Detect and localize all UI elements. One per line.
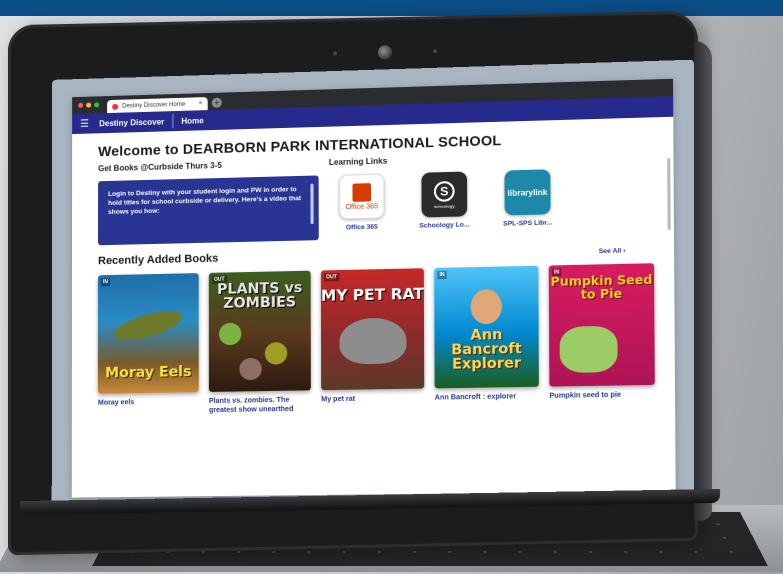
availability-badge: OUT bbox=[323, 273, 339, 282]
window-controls bbox=[78, 96, 100, 114]
book-cover[interactable]: IN Ann Bancroft Explorer bbox=[434, 265, 539, 389]
availability-badge: IN bbox=[437, 270, 447, 280]
schoology-logo: S bbox=[433, 180, 455, 202]
webcam-icon bbox=[378, 45, 392, 60]
recent-books-list: IN Moray Eels Moray eels OUT PLANTS vs Z… bbox=[98, 263, 655, 417]
sensor-dot bbox=[433, 49, 437, 54]
home-link[interactable]: Home bbox=[181, 116, 203, 126]
cover-illustration bbox=[559, 325, 618, 374]
close-window-dot[interactable] bbox=[78, 102, 84, 108]
laptop-screen: Destiny Discover Home × + ☰ Destiny Disc… bbox=[51, 59, 698, 505]
book-card[interactable]: OUT PLANTS vs ZOMBIES Plants vs. zombies… bbox=[208, 270, 311, 415]
learning-link-schoology[interactable]: S schoology Schoology Lo... bbox=[411, 171, 478, 230]
book-cover[interactable]: OUT MY PET RAT bbox=[320, 268, 425, 391]
cover-title-text: Ann Bancroft Explorer bbox=[451, 326, 522, 373]
cover-illustration bbox=[339, 317, 407, 365]
cover-title-text: Pumpkin Seed to Pie bbox=[550, 272, 653, 302]
header-divider bbox=[172, 114, 174, 129]
book-title[interactable]: Pumpkin seed to pie bbox=[549, 390, 655, 401]
book-cover[interactable]: IN Moray Eels bbox=[97, 273, 199, 394]
book-cover[interactable]: OUT PLANTS vs ZOMBIES bbox=[208, 270, 311, 392]
office-tile-text: Office 365 bbox=[345, 202, 379, 211]
cover-illustration bbox=[264, 342, 288, 365]
library-link-icon: librarylink bbox=[504, 169, 551, 216]
cover-title-text: Moray Eels bbox=[105, 363, 192, 382]
cover-illustration bbox=[219, 322, 242, 346]
book-card[interactable]: IN Moray Eels Moray eels bbox=[98, 273, 199, 417]
destiny-favicon-icon bbox=[112, 103, 119, 110]
schoology-icon: S schoology bbox=[421, 171, 468, 218]
library-tile-text: librarylink bbox=[507, 187, 548, 198]
notice-text: Login to Destiny with your student login… bbox=[108, 186, 302, 217]
cover-title-text: PLANTS vs ZOMBIES bbox=[217, 279, 303, 312]
minimize-window-dot[interactable] bbox=[86, 102, 92, 108]
see-all-link[interactable]: See All › bbox=[599, 247, 626, 255]
curbside-heading: Get Books @Curbside Thurs 3-5 bbox=[98, 160, 222, 174]
book-card[interactable]: IN Pumpkin Seed to Pie Pumpkin seed to p… bbox=[548, 263, 655, 410]
book-title[interactable]: Plants vs. zombies. The greatest show un… bbox=[209, 395, 311, 415]
hamburger-menu-icon[interactable]: ☰ bbox=[80, 118, 89, 129]
page-scrollbar[interactable] bbox=[667, 157, 671, 230]
office-365-icon: Office 365 bbox=[339, 173, 385, 220]
learning-links-section: Learning Links Office 365 Office 365 S s… bbox=[329, 152, 561, 240]
learning-link-label: Office 365 bbox=[345, 223, 378, 232]
maximize-window-dot[interactable] bbox=[94, 102, 100, 108]
tab-close-icon[interactable]: × bbox=[199, 100, 203, 107]
learning-links-heading: Learning Links bbox=[328, 156, 388, 168]
book-card[interactable]: IN Ann Bancroft Explorer Ann Bancroft : … bbox=[434, 265, 539, 412]
learning-link-office-365[interactable]: Office 365 Office 365 bbox=[329, 173, 395, 231]
app-name[interactable]: Destiny Discover bbox=[99, 117, 164, 128]
new-tab-button[interactable]: + bbox=[211, 97, 222, 108]
curbside-notice: Login to Destiny with your student login… bbox=[98, 175, 319, 246]
cover-illustration bbox=[470, 289, 502, 325]
sensor-dot bbox=[333, 51, 337, 56]
book-title[interactable]: Moray eels bbox=[98, 397, 199, 408]
recent-books-header: Recently Added Books See All › bbox=[98, 243, 647, 267]
learning-link-library[interactable]: librarylink SPL-SPS Libr... bbox=[494, 169, 561, 228]
cover-illustration bbox=[111, 305, 186, 346]
browser-window: Destiny Discover Home × + ☰ Destiny Disc… bbox=[71, 78, 676, 498]
tab-title: Destiny Discover Home bbox=[122, 101, 186, 110]
book-card[interactable]: OUT MY PET RAT My pet rat bbox=[320, 268, 425, 413]
availability-badge: IN bbox=[101, 278, 111, 287]
top-section: Get Books @Curbside Thurs 3-5 Login to D… bbox=[98, 149, 646, 246]
book-title[interactable]: Ann Bancroft : explorer bbox=[435, 392, 539, 403]
office-logo-square bbox=[352, 182, 372, 202]
learning-link-label: Schoology Lo... bbox=[419, 221, 470, 230]
book-cover[interactable]: IN Pumpkin Seed to Pie bbox=[548, 263, 655, 387]
notice-scrollbar[interactable] bbox=[310, 183, 314, 225]
curbside-section: Get Books @Curbside Thurs 3-5 Login to D… bbox=[98, 158, 319, 246]
laptop-lid: Destiny Discover Home × + ☰ Destiny Disc… bbox=[8, 10, 698, 556]
recent-books-heading: Recently Added Books bbox=[98, 252, 219, 268]
learning-links-list: Office 365 Office 365 S schoology School… bbox=[329, 169, 561, 232]
cover-title-text: MY PET RAT bbox=[320, 284, 424, 305]
book-title[interactable]: My pet rat bbox=[321, 394, 424, 405]
learning-link-label: SPL-SPS Libr... bbox=[503, 219, 553, 228]
cover-illustration bbox=[239, 357, 262, 381]
schoology-tile-text: schoology bbox=[433, 202, 455, 209]
page-content: Welcome to DEARBORN PARK INTERNATIONAL S… bbox=[72, 117, 676, 498]
